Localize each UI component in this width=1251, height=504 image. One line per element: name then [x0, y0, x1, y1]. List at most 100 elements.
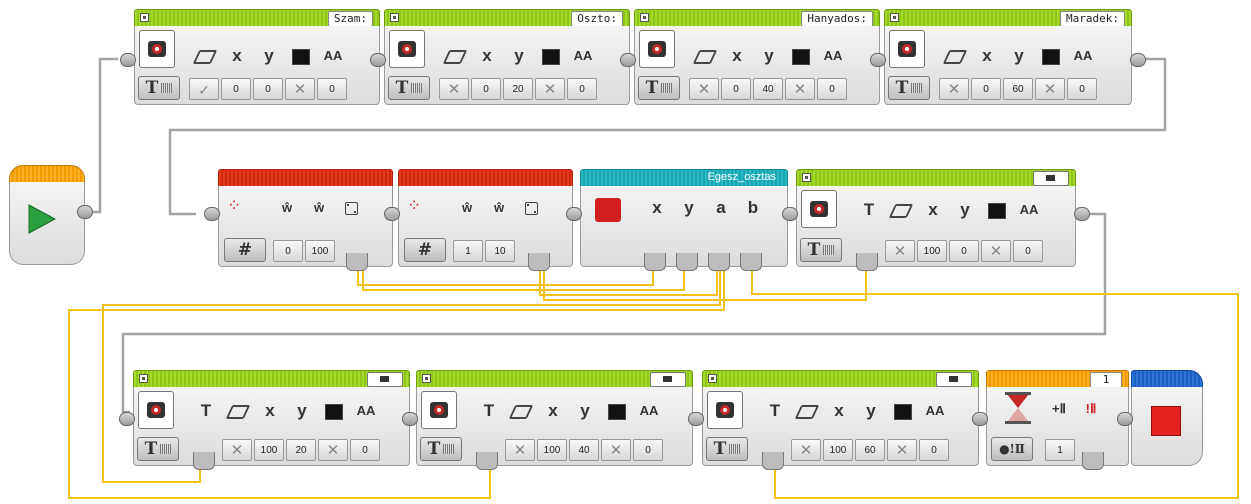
sequence-plug-in[interactable]: [688, 412, 704, 426]
sequence-plug[interactable]: [77, 205, 93, 219]
color-value[interactable]: ✕: [887, 439, 917, 461]
block-menu-icon[interactable]: [708, 374, 717, 383]
numeric-mode-button[interactable]: #: [404, 238, 446, 262]
display-mode-button[interactable]: [801, 190, 837, 228]
display-mode-button[interactable]: [889, 30, 925, 68]
clear-value[interactable]: ✕: [885, 240, 915, 262]
text-grid-mode[interactable]: T: [888, 76, 930, 100]
block-menu-icon[interactable]: [140, 13, 149, 22]
sequence-plug-in[interactable]: [620, 53, 636, 67]
font-value[interactable]: 0: [317, 78, 347, 100]
random-block-2[interactable]: ⁘ # ŵ ŵ 1 10: [384, 169, 573, 271]
block-menu-icon[interactable]: [802, 173, 811, 182]
upper-bound-value[interactable]: 10: [485, 240, 515, 262]
text-input-plug[interactable]: [193, 452, 215, 470]
x-value[interactable]: 0: [221, 78, 251, 100]
text-grid-mode[interactable]: T: [800, 238, 842, 262]
y-value[interactable]: 20: [503, 78, 533, 100]
sequence-plug-in[interactable]: [120, 53, 136, 67]
sequence-plug-in[interactable]: [972, 412, 988, 426]
param-a-plug[interactable]: [708, 253, 730, 271]
display-mode-button[interactable]: [639, 30, 675, 68]
y-value[interactable]: 60: [855, 439, 885, 461]
font-value[interactable]: 0: [817, 78, 847, 100]
sequence-plug-in[interactable]: [384, 207, 400, 221]
x-value[interactable]: 100: [823, 439, 853, 461]
x-value[interactable]: 100: [917, 240, 947, 262]
clear-value[interactable]: ✕: [505, 439, 535, 461]
program-start-block[interactable]: [9, 165, 93, 265]
block-menu-icon[interactable]: [422, 374, 431, 383]
sequence-plug-in[interactable]: [119, 412, 135, 426]
text-grid-mode[interactable]: T: [138, 76, 180, 100]
text-grid-mode[interactable]: T: [706, 437, 748, 461]
param-b-plug[interactable]: [740, 253, 762, 271]
display-text-block-row2[interactable]: T T x y AA ✕ 100 0 ✕ 0: [782, 169, 1090, 271]
sequence-plug-in[interactable]: [402, 412, 418, 426]
font-value[interactable]: 0: [1013, 240, 1043, 262]
sequence-plug-in[interactable]: [370, 53, 386, 67]
y-value[interactable]: 60: [1003, 78, 1033, 100]
display-block-oszto[interactable]: Oszto: T x y AA ✕ 0 20 ✕ 0: [370, 9, 630, 105]
color-value[interactable]: ✕: [318, 439, 348, 461]
x-value[interactable]: 0: [721, 78, 751, 100]
sequence-plug-in[interactable]: [870, 53, 886, 67]
block-menu-icon[interactable]: [139, 374, 148, 383]
y-value[interactable]: 20: [286, 439, 316, 461]
x-value[interactable]: 0: [971, 78, 1001, 100]
lower-bound-value[interactable]: 0: [273, 240, 303, 262]
display-block-szam[interactable]: Szam: T x y AA ✓ 0 0 ✕ 0: [120, 9, 380, 105]
display-text-block-row3-3[interactable]: T T x y AA ✕ 100 60 ✕ 0: [688, 370, 979, 470]
font-value[interactable]: 0: [1067, 78, 1097, 100]
block-menu-icon[interactable]: [640, 13, 649, 22]
color-value[interactable]: ✕: [1035, 78, 1065, 100]
color-value[interactable]: ✕: [535, 78, 565, 100]
display-text-block-row3-2[interactable]: T T x y AA ✕ 100 40 ✕ 0: [402, 370, 693, 470]
font-value[interactable]: 0: [633, 439, 663, 461]
clear-value[interactable]: ✕: [222, 439, 252, 461]
display-text-block-row3-1[interactable]: T T x y AA ✕ 100 20 ✕ 0: [119, 370, 410, 470]
numeric-mode-button[interactable]: #: [224, 238, 266, 262]
clear-value[interactable]: ✕: [689, 78, 719, 100]
text-grid-mode[interactable]: T: [638, 76, 680, 100]
color-value[interactable]: ✕: [785, 78, 815, 100]
y-value[interactable]: 0: [253, 78, 283, 100]
lower-bound-value[interactable]: 1: [453, 240, 483, 262]
y-value[interactable]: 40: [569, 439, 599, 461]
display-mode-button[interactable]: [421, 391, 457, 429]
text-grid-mode[interactable]: T: [137, 437, 179, 461]
wait-value[interactable]: 1: [1045, 439, 1075, 461]
sequence-plug-in[interactable]: [782, 207, 798, 221]
clear-value[interactable]: ✕: [439, 78, 469, 100]
color-value[interactable]: ✕: [981, 240, 1011, 262]
clear-value[interactable]: ✓: [189, 78, 219, 100]
sequence-plug-out[interactable]: [1074, 207, 1090, 221]
myblock-egesz-osztas[interactable]: Egesz_osztas x y a b: [566, 169, 788, 271]
text-input-plug[interactable]: [476, 452, 498, 470]
wait-mode-button[interactable]: ●!Ⅱ: [991, 437, 1033, 461]
x-value[interactable]: 100: [537, 439, 567, 461]
upper-bound-value[interactable]: 100: [305, 240, 335, 262]
text-grid-mode[interactable]: T: [420, 437, 462, 461]
sequence-plug-out[interactable]: [1130, 53, 1146, 67]
display-mode-button[interactable]: [707, 391, 743, 429]
display-block-hanyados[interactable]: Hanyados: T x y AA ✕ 0 40 ✕ 0: [620, 9, 880, 105]
y-value[interactable]: 0: [949, 240, 979, 262]
clear-value[interactable]: ✕: [791, 439, 821, 461]
output-plug[interactable]: [528, 253, 550, 271]
wait-block[interactable]: 1 +Ⅱ !Ⅱ ●!Ⅱ 1: [972, 370, 1129, 470]
sequence-plug-in[interactable]: [1117, 412, 1133, 426]
font-value[interactable]: 0: [350, 439, 380, 461]
color-value[interactable]: ✕: [285, 78, 315, 100]
display-mode-button[interactable]: [389, 30, 425, 68]
sequence-plug-in[interactable]: [204, 207, 220, 221]
output-plug[interactable]: [346, 253, 368, 271]
x-value[interactable]: 0: [471, 78, 501, 100]
text-input-plug[interactable]: [856, 253, 878, 271]
param-y-plug[interactable]: [676, 253, 698, 271]
program-canvas[interactable]: Szam: T x y AA ✓ 0 0 ✕ 0 Oszto: T x y AA…: [0, 0, 1251, 504]
text-grid-mode[interactable]: T: [388, 76, 430, 100]
font-value[interactable]: 0: [919, 439, 949, 461]
display-block-maradek[interactable]: Maradek: T x y AA ✕ 0 60 ✕ 0: [870, 9, 1146, 105]
text-input-plug[interactable]: [762, 452, 784, 470]
